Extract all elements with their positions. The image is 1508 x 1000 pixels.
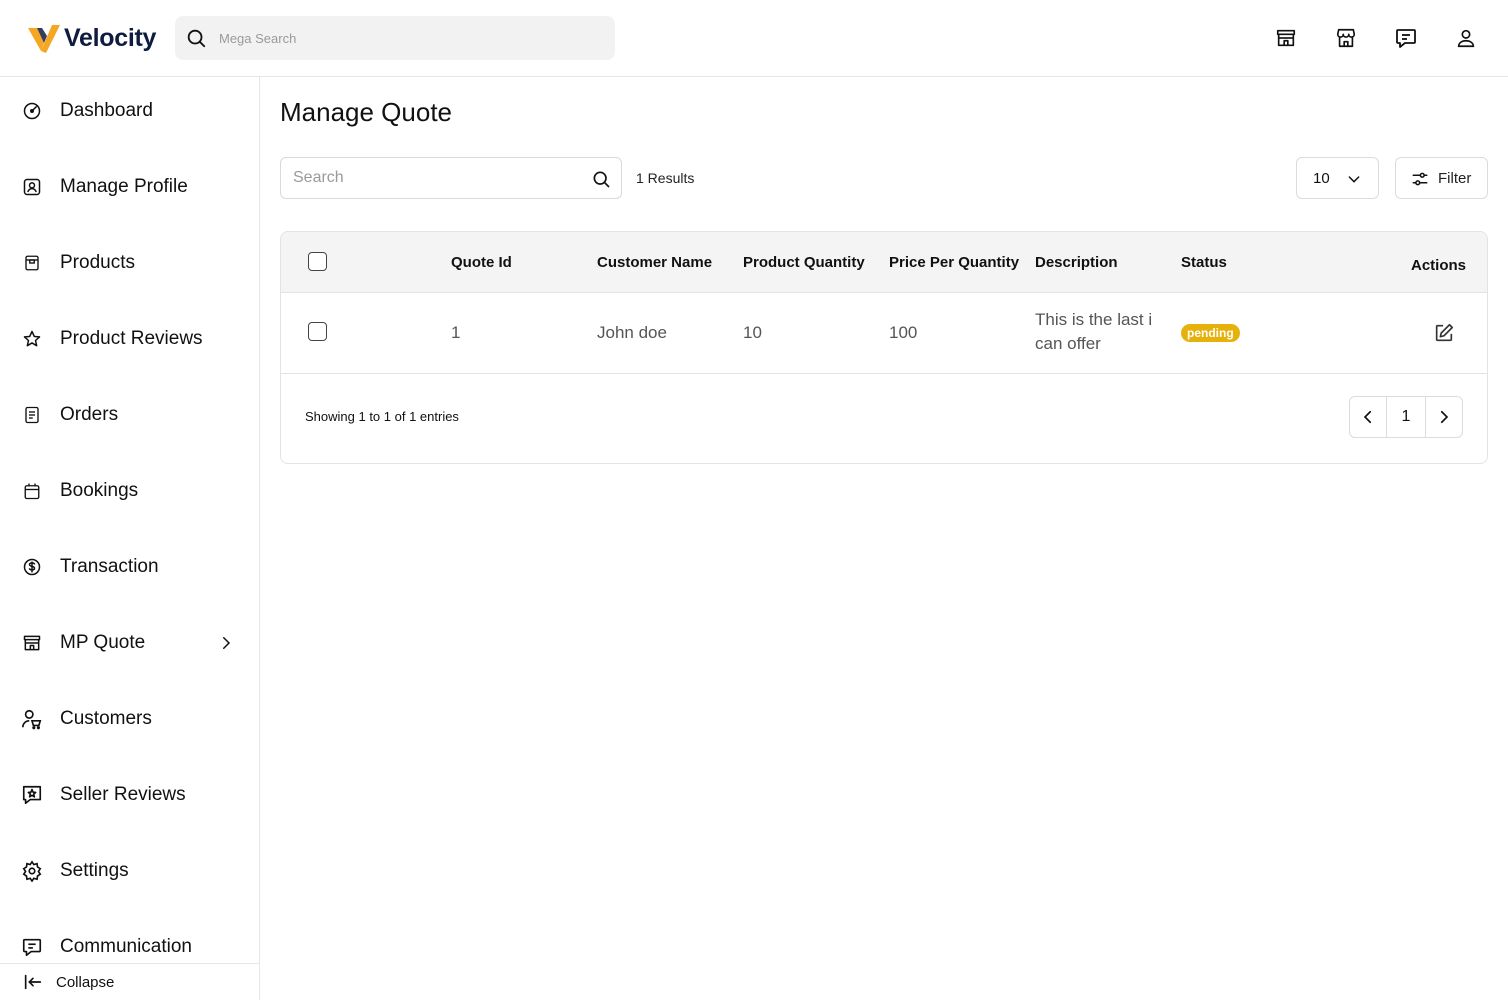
store-icon <box>21 632 43 654</box>
cell-price-per-quantity: 100 <box>889 323 918 342</box>
column-header-actions: Actions <box>1411 257 1467 274</box>
gear-icon <box>21 860 43 882</box>
status-badge: pending <box>1181 324 1240 342</box>
sidebar-item-manage-profile[interactable]: Manage Profile <box>0 167 259 207</box>
sidebar-item-label: Bookings <box>60 480 139 501</box>
page-size-select[interactable]: 10 <box>1296 157 1379 199</box>
sidebar-item-label: Customers <box>60 708 152 729</box>
sidebar-item-customers[interactable]: Customers <box>0 699 259 739</box>
sidebar-item-seller-reviews[interactable]: Seller Reviews <box>0 775 259 815</box>
sidebar-item-transaction[interactable]: Transaction <box>0 547 259 587</box>
cell-product-quantity: 10 <box>743 323 762 342</box>
pagination-summary: Showing 1 to 1 of 1 entries <box>305 409 459 424</box>
collapse-arrow-icon <box>24 974 42 990</box>
quotes-table: Quote Id Customer Name Product Quantity … <box>280 231 1488 464</box>
sidebar-item-label: Orders <box>60 404 119 425</box>
chevron-down-icon <box>1348 176 1360 183</box>
chevron-right-icon <box>223 637 231 649</box>
filter-sliders-icon <box>1412 172 1428 186</box>
previous-page-button[interactable] <box>1350 397 1386 437</box>
store-icon[interactable] <box>1274 24 1298 52</box>
velocity-logo[interactable]: Velocity <box>28 20 156 56</box>
sidebar-item-label: Product Reviews <box>60 328 203 349</box>
collapse-button[interactable]: Collapse <box>0 963 259 1000</box>
column-header-customer-name[interactable]: Customer Name <box>597 254 712 271</box>
page-size-value: 10 <box>1313 169 1330 187</box>
star-icon <box>21 328 43 350</box>
sidebar-item-bookings[interactable]: Bookings <box>0 471 259 511</box>
shop-front-icon[interactable] <box>1334 24 1358 52</box>
mega-search-input[interactable] <box>219 30 599 46</box>
products-icon <box>21 252 43 274</box>
sidebar-item-mp-quote[interactable]: MP Quote <box>0 623 259 663</box>
user-icon[interactable] <box>1454 24 1478 52</box>
cell-quote-id: 1 <box>451 323 461 342</box>
sidebar-item-label: Transaction <box>60 556 159 577</box>
velocity-logo-mark-icon <box>28 25 60 53</box>
table-header: Quote Id Customer Name Product Quantity … <box>281 232 1487 293</box>
main-content: Manage Quote 1 Results 10 Filter Quote I… <box>260 77 1508 1000</box>
pagination: 1 <box>1349 396 1463 438</box>
column-header-description[interactable]: Description <box>1035 254 1118 271</box>
table-row: 1 John doe 10 100 This is the last i can… <box>281 293 1487 374</box>
sidebar: Dashboard Manage Profile Products Produc… <box>0 77 260 1000</box>
results-count: 1 Results <box>636 170 695 186</box>
filter-button[interactable]: Filter <box>1395 157 1488 199</box>
mega-search-bar[interactable] <box>175 16 615 60</box>
sidebar-item-label: Settings <box>60 860 129 881</box>
search-icon <box>187 29 206 48</box>
sidebar-item-product-reviews[interactable]: Product Reviews <box>0 319 259 359</box>
quote-search-box[interactable] <box>280 157 622 199</box>
column-header-status[interactable]: Status <box>1181 254 1227 271</box>
column-header-price-per-quantity[interactable]: Price Per Quantity <box>889 254 1019 271</box>
header-actions <box>1274 24 1478 52</box>
cell-customer-name: John doe <box>597 323 667 342</box>
sidebar-item-settings[interactable]: Settings <box>0 851 259 891</box>
sidebar-item-label: Manage Profile <box>60 176 188 197</box>
search-icon[interactable] <box>591 169 611 189</box>
calendar-icon <box>21 480 43 502</box>
sidebar-item-communication[interactable]: Communication <box>0 927 259 967</box>
orders-icon <box>21 404 43 426</box>
customers-icon <box>21 708 43 730</box>
brand-name: Velocity <box>64 23 157 52</box>
sidebar-item-label: Communication <box>60 936 192 957</box>
row-checkbox[interactable] <box>308 322 327 341</box>
filter-label: Filter <box>1438 169 1472 187</box>
chat-icon <box>21 936 43 958</box>
quote-search-input[interactable] <box>281 169 581 187</box>
collapse-label: Collapse <box>56 973 115 991</box>
chevron-left-icon <box>1364 410 1372 424</box>
sidebar-item-label: Products <box>60 252 135 273</box>
page-number-button[interactable]: 1 <box>1386 397 1426 437</box>
cell-description: This is the last i can offer <box>1035 310 1153 353</box>
sidebar-item-dashboard[interactable]: Dashboard <box>0 91 259 131</box>
dollar-icon <box>21 556 43 578</box>
next-page-button[interactable] <box>1426 397 1462 437</box>
sidebar-item-orders[interactable]: Orders <box>0 395 259 435</box>
sidebar-item-label: MP Quote <box>60 632 146 653</box>
seller-review-icon <box>21 784 43 806</box>
chevron-right-icon <box>1440 410 1449 424</box>
page-title: Manage Quote <box>280 97 453 127</box>
column-header-quote-id[interactable]: Quote Id <box>451 254 512 271</box>
column-header-product-quantity[interactable]: Product Quantity <box>743 254 865 271</box>
chat-icon[interactable] <box>1394 24 1418 52</box>
sidebar-item-label: Seller Reviews <box>60 784 186 805</box>
sidebar-item-label: Dashboard <box>60 100 153 121</box>
dashboard-icon <box>21 100 43 122</box>
edit-icon[interactable] <box>1433 322 1455 344</box>
top-bar: Velocity <box>0 0 1508 77</box>
sidebar-item-products[interactable]: Products <box>0 243 259 283</box>
select-all-checkbox[interactable] <box>308 252 327 271</box>
profile-icon <box>21 176 43 198</box>
